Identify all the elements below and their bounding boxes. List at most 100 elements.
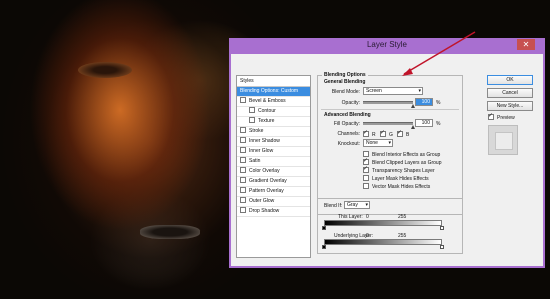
- opacity-unit: %: [436, 100, 441, 106]
- style-item-label: Satin: [249, 158, 261, 164]
- dialog-titlebar[interactable]: Layer Style ✕: [231, 38, 543, 54]
- style-item-label: Outer Glow: [249, 198, 275, 204]
- style-item-label: Pattern Overlay: [249, 188, 284, 194]
- opacity-label: Opacity:: [341, 100, 360, 106]
- style-item-texture[interactable]: Texture: [237, 117, 310, 127]
- style-item-color-overlay[interactable]: Color Overlay: [237, 167, 310, 177]
- gradient-overlay-checkbox[interactable]: [240, 177, 246, 183]
- channel-g[interactable]: G: [380, 129, 393, 138]
- style-item-blending-options[interactable]: Blending Options: Custom: [237, 87, 310, 97]
- style-item-label: Inner Glow: [249, 148, 274, 154]
- style-item-stroke[interactable]: Stroke: [237, 127, 310, 137]
- vector-mask-hides-label: Vector Mask Hides Effects: [372, 184, 431, 190]
- artwork-eye: [78, 62, 132, 78]
- style-item-satin[interactable]: Satin: [237, 157, 310, 167]
- blend-interior-label: Blend Interior Effects as Group: [372, 152, 441, 158]
- style-item-label: Inner Shadow: [249, 138, 280, 144]
- channel-b-checkbox[interactable]: [397, 129, 403, 137]
- chevron-down-icon: ▾: [388, 140, 391, 146]
- inner-glow-checkbox[interactable]: [240, 147, 246, 153]
- inner-shadow-checkbox[interactable]: [240, 137, 246, 143]
- style-item-label: Bevel & Emboss: [249, 98, 286, 104]
- preview-label: Preview: [497, 115, 515, 121]
- dialog-title: Layer Style: [366, 40, 408, 49]
- channel-r-checkbox[interactable]: [363, 129, 369, 137]
- layer-mask-hides-label: Layer Mask Hides Effects: [372, 176, 429, 182]
- dialog-client: Styles Blending Options: Custom Bevel & …: [231, 54, 543, 266]
- option-vector-mask-hides[interactable]: Vector Mask Hides Effects: [363, 183, 430, 190]
- style-item-label: Gradient Overlay: [249, 178, 287, 184]
- outer-glow-checkbox[interactable]: [240, 197, 246, 203]
- blend-clipped-label: Blend Clipped Layers as Group: [372, 160, 442, 166]
- advanced-blending-title: Advanced Blending: [324, 112, 371, 118]
- underlying-layer-black-stop[interactable]: [322, 245, 326, 249]
- style-item-label: Contour: [258, 108, 276, 114]
- style-item-inner-glow[interactable]: Inner Glow: [237, 147, 310, 157]
- preview-checkbox[interactable]: [488, 112, 494, 120]
- option-transparency-shapes[interactable]: Transparency Shapes Layer: [363, 165, 435, 174]
- ok-button[interactable]: OK: [487, 75, 533, 85]
- channel-r[interactable]: R: [363, 129, 376, 138]
- this-layer-white-stop[interactable]: [440, 226, 444, 230]
- option-layer-mask-hides[interactable]: Layer Mask Hides Effects: [363, 175, 429, 182]
- channel-g-checkbox[interactable]: [380, 129, 386, 137]
- preview-toggle[interactable]: Preview: [488, 112, 515, 121]
- underlying-layer-gradient: [324, 239, 442, 245]
- cancel-button[interactable]: Cancel: [487, 88, 533, 98]
- style-item-label: Texture: [258, 118, 275, 124]
- channels-label: Channels:: [337, 131, 360, 137]
- satin-checkbox[interactable]: [240, 157, 246, 163]
- chevron-down-icon: ▾: [418, 88, 421, 94]
- channel-g-label: G: [389, 132, 393, 138]
- contour-checkbox[interactable]: [249, 107, 255, 113]
- color-overlay-checkbox[interactable]: [240, 167, 246, 173]
- blending-options-title: Blending Options: [322, 72, 368, 78]
- style-item-gradient-overlay[interactable]: Gradient Overlay: [237, 177, 310, 187]
- fill-opacity-label: Fill Opacity:: [333, 121, 360, 127]
- fill-opacity-slider[interactable]: [363, 122, 413, 125]
- opacity-slider[interactable]: [363, 101, 413, 104]
- fill-opacity-input[interactable]: 100: [415, 119, 433, 127]
- transparency-shapes-checkbox[interactable]: [363, 165, 369, 173]
- layer-mask-hides-checkbox[interactable]: [363, 175, 369, 181]
- knockout-value: None: [366, 140, 378, 146]
- underlying-layer-white-stop[interactable]: [440, 245, 444, 249]
- blend-if-group: Blend If: Gray ▾ This Layer: 0 255 Under…: [317, 198, 463, 254]
- drop-shadow-checkbox[interactable]: [240, 207, 246, 213]
- knockout-select[interactable]: None ▾: [363, 139, 393, 147]
- stroke-checkbox[interactable]: [240, 127, 246, 133]
- option-blend-interior[interactable]: Blend Interior Effects as Group: [363, 151, 440, 158]
- knockout-label: Knockout:: [337, 141, 360, 147]
- new-style-button[interactable]: New Style...: [487, 101, 533, 111]
- blend-if-select[interactable]: Gray ▾: [344, 201, 370, 209]
- style-item-label: Stroke: [249, 128, 264, 134]
- close-button[interactable]: ✕: [517, 39, 535, 50]
- vector-mask-hides-checkbox[interactable]: [363, 183, 369, 189]
- divider: [321, 109, 459, 110]
- style-item-outer-glow[interactable]: Outer Glow: [237, 197, 310, 207]
- style-item-pattern-overlay[interactable]: Pattern Overlay: [237, 187, 310, 197]
- pattern-overlay-checkbox[interactable]: [240, 187, 246, 193]
- style-item-drop-shadow[interactable]: Drop Shadow: [237, 207, 310, 217]
- chevron-down-icon: ▾: [365, 202, 368, 208]
- style-item-inner-shadow[interactable]: Inner Shadow: [237, 137, 310, 147]
- general-blending-title: General Blending: [324, 79, 366, 85]
- blend-if-value: Gray: [347, 202, 358, 208]
- artwork-mouth: [140, 225, 200, 239]
- blend-mode-select[interactable]: Screen ▾: [363, 87, 423, 95]
- texture-checkbox[interactable]: [249, 117, 255, 123]
- this-layer-gradient: [324, 220, 442, 226]
- transparency-shapes-label: Transparency Shapes Layer: [372, 168, 435, 174]
- this-layer-black-stop[interactable]: [322, 226, 326, 230]
- style-item-bevel-emboss[interactable]: Bevel & Emboss: [237, 97, 310, 107]
- layer-style-dialog: Layer Style ✕ Styles Blending Options: C…: [229, 38, 545, 268]
- option-blend-clipped[interactable]: Blend Clipped Layers as Group: [363, 157, 442, 166]
- style-item-contour[interactable]: Contour: [237, 107, 310, 117]
- channel-b-label: B: [406, 132, 410, 138]
- channel-b[interactable]: B: [397, 129, 410, 138]
- styles-panel: Styles Blending Options: Custom Bevel & …: [236, 75, 311, 258]
- opacity-input[interactable]: 100: [415, 98, 433, 106]
- style-item-label: Drop Shadow: [249, 208, 280, 214]
- blending-options-group: Blending Options General Blending Blend …: [317, 72, 463, 215]
- bevel-emboss-checkbox[interactable]: [240, 97, 246, 103]
